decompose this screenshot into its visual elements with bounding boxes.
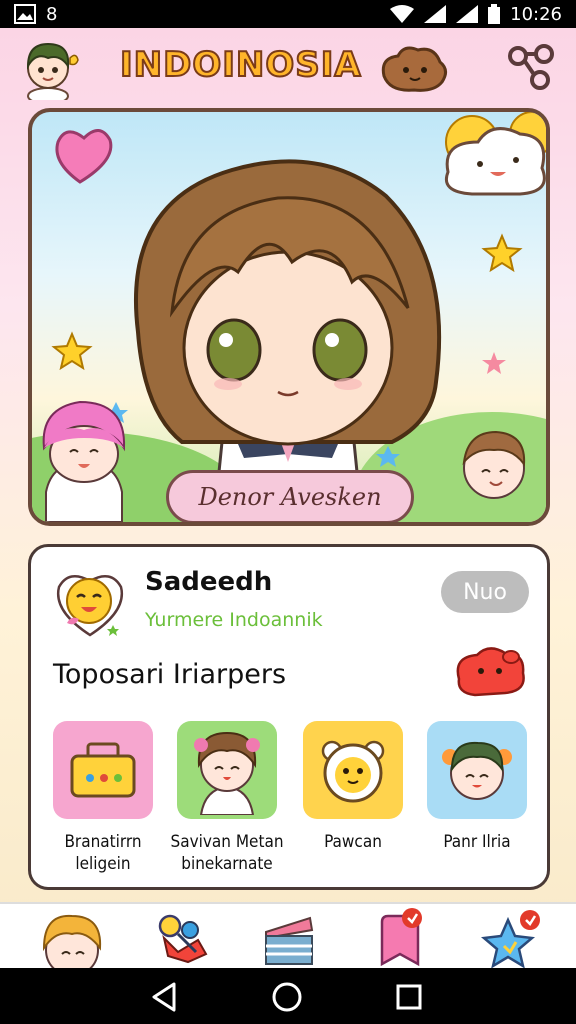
feature-tile bbox=[177, 721, 277, 819]
red-mascot-icon bbox=[456, 647, 525, 697]
gallery-icon bbox=[14, 4, 36, 24]
feature-tile bbox=[303, 721, 403, 819]
feature-tile bbox=[427, 721, 527, 819]
feature-label-line2: binekarnate bbox=[181, 854, 273, 874]
feature-item-bear[interactable]: Pawcan bbox=[301, 721, 405, 881]
avatar[interactable] bbox=[16, 36, 80, 100]
feature-item-friend[interactable]: Panr Ilria bbox=[425, 721, 529, 881]
star-icon bbox=[51, 331, 93, 371]
friend-icon bbox=[442, 741, 512, 800]
star-icon-3 bbox=[482, 352, 506, 374]
hero-illustration bbox=[32, 112, 546, 522]
system-navigation-bar bbox=[0, 968, 576, 1024]
toolbox-icon bbox=[70, 742, 136, 798]
signal-icon bbox=[424, 5, 447, 23]
feature-label-line2: leligein bbox=[75, 854, 131, 874]
home-icon[interactable] bbox=[270, 980, 304, 1014]
hero-card: Denor Avesken bbox=[28, 108, 550, 526]
status-left-glyph: 8 bbox=[46, 3, 58, 25]
wifi-icon bbox=[390, 5, 415, 23]
status-bar-left: 8 bbox=[14, 4, 57, 25]
feature-tile bbox=[53, 721, 153, 819]
nav-tools-icon[interactable] bbox=[148, 908, 220, 968]
app-header: INDOINOSIA bbox=[0, 28, 576, 104]
bottom-navigation bbox=[0, 902, 576, 968]
profile-name: Sadeedh bbox=[145, 567, 273, 597]
feature-grid: Branatirrn leligein Savivan Metan bineka… bbox=[51, 721, 531, 881]
nav-cake-icon[interactable] bbox=[252, 908, 324, 968]
nav-home-avatar-icon[interactable] bbox=[36, 908, 108, 968]
battery-icon bbox=[488, 4, 501, 24]
feature-label-line1: Panr Ilria bbox=[443, 832, 511, 852]
feature-label-line1: Savivan Metan bbox=[170, 832, 284, 852]
pink-character-icon bbox=[42, 400, 126, 522]
status-toggle-button[interactable]: Nuo bbox=[441, 571, 529, 613]
character-icon bbox=[194, 731, 260, 815]
brown-character-icon bbox=[462, 430, 526, 499]
profile-subtitle: Yurmere Indoannik bbox=[145, 609, 323, 631]
feature-label: Panr Ilria bbox=[411, 831, 543, 853]
status-bar: 8 10:26 bbox=[0, 0, 576, 28]
heart-icon bbox=[55, 129, 113, 184]
feature-label-line1: Pawcan bbox=[324, 832, 382, 852]
nav-star-icon[interactable] bbox=[476, 908, 548, 968]
feature-label: Pawcan bbox=[287, 831, 419, 853]
recents-icon[interactable] bbox=[392, 980, 426, 1014]
cloud-mascot-icon bbox=[445, 112, 546, 196]
back-icon[interactable] bbox=[148, 980, 182, 1014]
feature-label: Branatirrn leligein bbox=[37, 831, 169, 875]
feature-item-character[interactable]: Savivan Metan binekarnate bbox=[170, 721, 284, 881]
status-bar-right: 10:26 bbox=[390, 4, 562, 25]
star-icon-2 bbox=[481, 233, 523, 273]
feature-label-line1: Branatirrn bbox=[64, 832, 142, 852]
profile-card: Sadeedh Yurmere Indoannik Nuo Toposari I… bbox=[28, 544, 550, 890]
nav-bookmark-icon[interactable] bbox=[368, 908, 440, 968]
app-title: INDOINOSIA bbox=[119, 44, 362, 86]
mascot-icon bbox=[381, 46, 447, 92]
hero-action-button[interactable]: Denor Avesken bbox=[166, 470, 414, 522]
status-time: 10:26 bbox=[510, 3, 562, 25]
feature-item-toolbox[interactable]: Branatirrn leligein bbox=[51, 721, 155, 881]
feature-label: Savivan Metan binekarnate bbox=[161, 831, 293, 875]
profile-mascot-icon bbox=[56, 574, 124, 637]
bear-icon bbox=[321, 740, 385, 803]
share-icon[interactable] bbox=[504, 40, 558, 94]
signal-icon-2 bbox=[456, 5, 479, 23]
section-title: Toposari Iriarpers bbox=[53, 659, 287, 690]
